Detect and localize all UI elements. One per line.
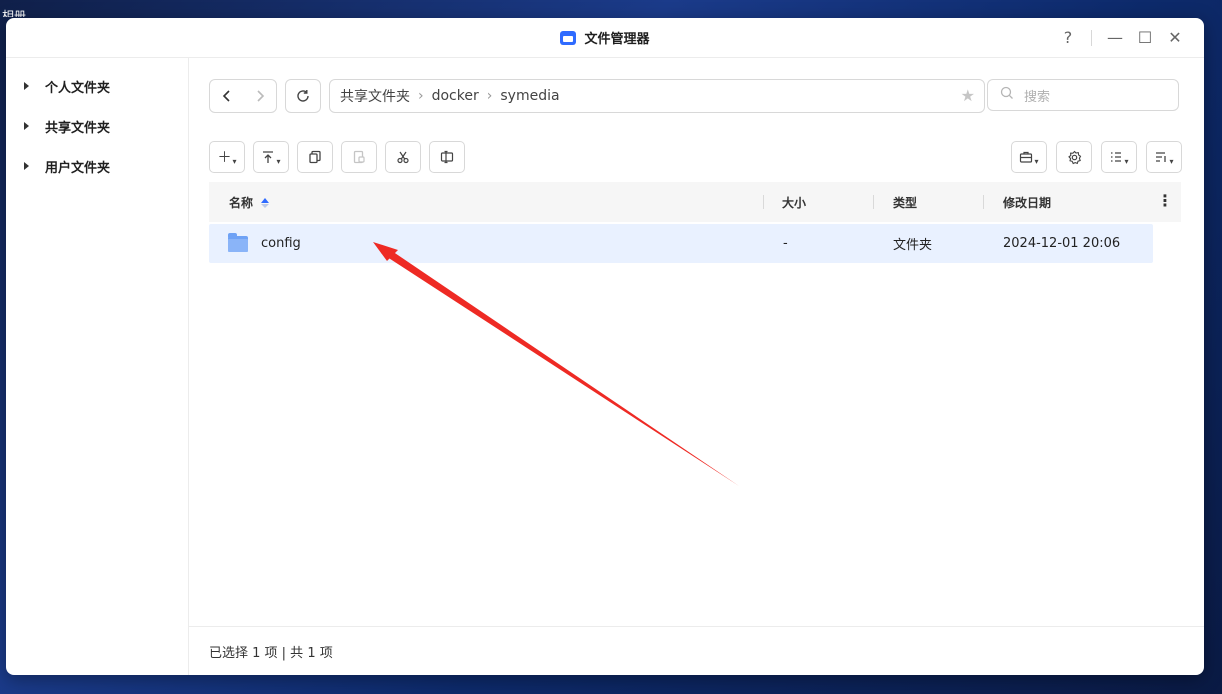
main-panel: 共享文件夹 › docker › symedia ★ 搜索 ＋ ▾ ▾ ▾ ▾ … [189,58,1204,675]
dropdown-caret-icon: ▾ [276,156,281,166]
paste-icon [353,150,365,164]
favorite-star-icon[interactable]: ★ [961,86,975,105]
close-button[interactable]: ✕ [1160,23,1190,53]
sort-button[interactable]: ▾ [1146,141,1182,173]
sort-ascending-icon [261,197,270,208]
folder-icon [228,232,248,252]
breadcrumb-shared[interactable]: 共享文件夹 [340,86,410,106]
sidebar-item-users[interactable]: 用户文件夹 [6,146,188,186]
refresh-icon [297,90,309,102]
sidebar-item-personal[interactable]: 个人文件夹 [6,66,188,106]
column-header-name[interactable]: 名称 [229,182,270,222]
file-modified: 2024-12-01 20:06 [1003,236,1121,251]
refresh-button[interactable] [285,79,321,113]
status-bar: 已选择 1 项 | 共 1 项 [189,626,1204,675]
sort-icon [1156,152,1167,162]
navigation-toolbar: 共享文件夹 › docker › symedia ★ 搜索 [209,79,1181,113]
help-button[interactable]: ? [1053,23,1083,53]
file-size: - [783,236,788,251]
settings-button[interactable] [1056,141,1092,173]
upload-icon [263,151,274,163]
plus-icon: ＋ [217,150,232,166]
dropdown-caret-icon: ▾ [1169,156,1174,166]
copy-button[interactable] [297,141,333,173]
expand-caret-icon[interactable] [24,122,29,130]
paste-button[interactable] [341,141,377,173]
file-name: config [261,236,301,251]
title-bar: 文件管理器 ? — ☐ ✕ [6,18,1204,58]
column-name-label: 名称 [229,195,254,210]
column-options-icon[interactable]: ⋮ [1157,191,1173,210]
path-bar[interactable]: 共享文件夹 › docker › symedia ★ [329,79,985,113]
forward-button[interactable] [243,80,276,112]
sidebar-item-label: 共享文件夹 [45,120,111,136]
sidebar-item-shared[interactable]: 共享文件夹 [6,106,188,146]
copy-icon [309,150,321,164]
cut-button[interactable] [385,141,421,173]
breadcrumb-separator-icon: › [418,88,424,104]
history-nav [209,79,277,113]
dropdown-caret-icon: ▾ [1124,156,1129,166]
upload-button[interactable]: ▾ [253,141,289,173]
briefcase-button[interactable]: ▾ [1011,141,1047,173]
desktop-label: 相册 [2,9,27,17]
column-divider[interactable] [983,195,984,209]
chevron-right-icon [256,90,264,102]
sidebar: 个人文件夹 共享文件夹 用户文件夹 [6,58,189,675]
breadcrumb-symedia[interactable]: symedia [500,88,559,104]
selection-status: 已选择 1 项 | 共 1 项 [209,645,333,661]
table-row[interactable]: config - 文件夹 2024-12-01 20:06 [209,224,1153,263]
table-header: 名称 大小 类型 修改日期 ⋮ [209,182,1181,222]
column-header-modified[interactable]: 修改日期 [1003,182,1051,222]
column-header-type[interactable]: 类型 [893,182,917,222]
file-manager-app-icon [560,30,577,45]
briefcase-icon [1020,151,1033,163]
search-icon [1000,86,1014,104]
file-type: 文件夹 [893,238,933,253]
chevron-left-icon [222,90,230,102]
back-button[interactable] [210,80,243,112]
dropdown-caret-icon: ▾ [232,156,237,166]
list-view-icon [1111,152,1122,162]
expand-caret-icon[interactable] [24,82,29,90]
rename-icon [440,150,454,164]
rename-button[interactable] [429,141,465,173]
column-divider[interactable] [873,195,874,209]
view-mode-button[interactable]: ▾ [1101,141,1137,173]
column-header-size[interactable]: 大小 [782,182,806,222]
search-placeholder: 搜索 [1024,89,1051,105]
dropdown-caret-icon: ▾ [1034,156,1039,166]
file-manager-window: 文件管理器 ? — ☐ ✕ 个人文件夹 共享文件夹 用户文件夹 共享文件夹 › … [6,18,1204,675]
expand-caret-icon[interactable] [24,162,29,170]
window-title: 文件管理器 [584,32,650,47]
scissors-icon [397,151,409,164]
sidebar-item-label: 个人文件夹 [45,80,111,96]
action-toolbar: ＋ ▾ ▾ ▾ ▾ ▾ [209,141,1182,173]
search-input[interactable]: 搜索 [987,79,1179,111]
sidebar-item-label: 用户文件夹 [45,160,111,176]
controls-divider [1091,29,1092,46]
column-divider[interactable] [763,195,764,209]
breadcrumb-docker[interactable]: docker [432,88,479,104]
breadcrumb-separator-icon: › [486,88,493,104]
gear-icon [1067,150,1081,164]
minimize-button[interactable]: — [1100,23,1130,53]
create-button[interactable]: ＋ ▾ [209,141,245,173]
maximize-button[interactable]: ☐ [1130,23,1160,53]
